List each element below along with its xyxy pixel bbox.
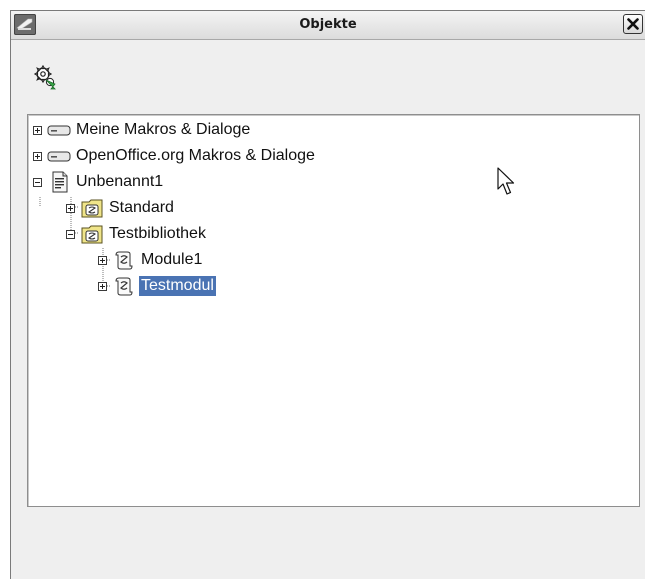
tree-node-label[interactable]: Unbenannt1 xyxy=(74,172,165,192)
tree-node-label[interactable]: OpenOffice.org Makros & Dialoge xyxy=(74,146,317,166)
objects-dialog: Objekte Meine Makros & Dialoge OpenOffic… xyxy=(10,10,645,579)
tree-node-label[interactable]: Standard xyxy=(107,198,176,218)
expand-toggle[interactable] xyxy=(66,203,75,213)
organize-macros-button[interactable] xyxy=(33,64,63,93)
mouse-pointer-icon xyxy=(497,167,515,195)
storage-drive-icon xyxy=(47,119,71,141)
tree-node-label[interactable]: Testbibliothek xyxy=(107,224,208,244)
tree-node-testbibliothek[interactable]: Testbibliothek xyxy=(66,222,208,246)
tree-node-unbenannt1[interactable]: Unbenannt1 xyxy=(33,170,165,194)
organize-macros-icon xyxy=(33,64,56,90)
close-button[interactable] xyxy=(623,14,643,34)
tree-node-openoffice-macros[interactable]: OpenOffice.org Makros & Dialoge xyxy=(33,144,317,168)
collapse-toggle[interactable] xyxy=(33,177,42,187)
dialog-title: Objekte xyxy=(299,17,357,32)
expand-toggle[interactable] xyxy=(98,255,107,265)
module-scroll-icon xyxy=(112,275,136,297)
title-bar[interactable]: Objekte xyxy=(11,11,645,40)
expand-toggle[interactable] xyxy=(33,125,42,135)
tree-node-module1[interactable]: Module1 xyxy=(98,248,204,272)
expand-toggle[interactable] xyxy=(98,281,107,291)
expand-toggle[interactable] xyxy=(33,151,42,161)
library-icon xyxy=(80,223,104,245)
tree-node-label[interactable]: Module1 xyxy=(139,250,204,270)
tree-node-label-selected[interactable]: Testmodul xyxy=(139,276,216,296)
tree-node-label[interactable]: Meine Makros & Dialoge xyxy=(74,120,252,140)
module-scroll-icon xyxy=(112,249,136,271)
storage-drive-icon xyxy=(47,145,71,167)
tree-node-testmodul[interactable]: Testmodul xyxy=(98,274,216,298)
macro-tree[interactable]: Meine Makros & Dialoge OpenOffice.org Ma… xyxy=(27,114,640,507)
library-icon xyxy=(80,197,104,219)
collapse-toggle[interactable] xyxy=(66,229,75,239)
tree-node-my-macros[interactable]: Meine Makros & Dialoge xyxy=(33,118,252,142)
document-icon xyxy=(47,171,71,193)
tree-node-standard[interactable]: Standard xyxy=(66,196,176,220)
close-icon xyxy=(627,18,639,30)
